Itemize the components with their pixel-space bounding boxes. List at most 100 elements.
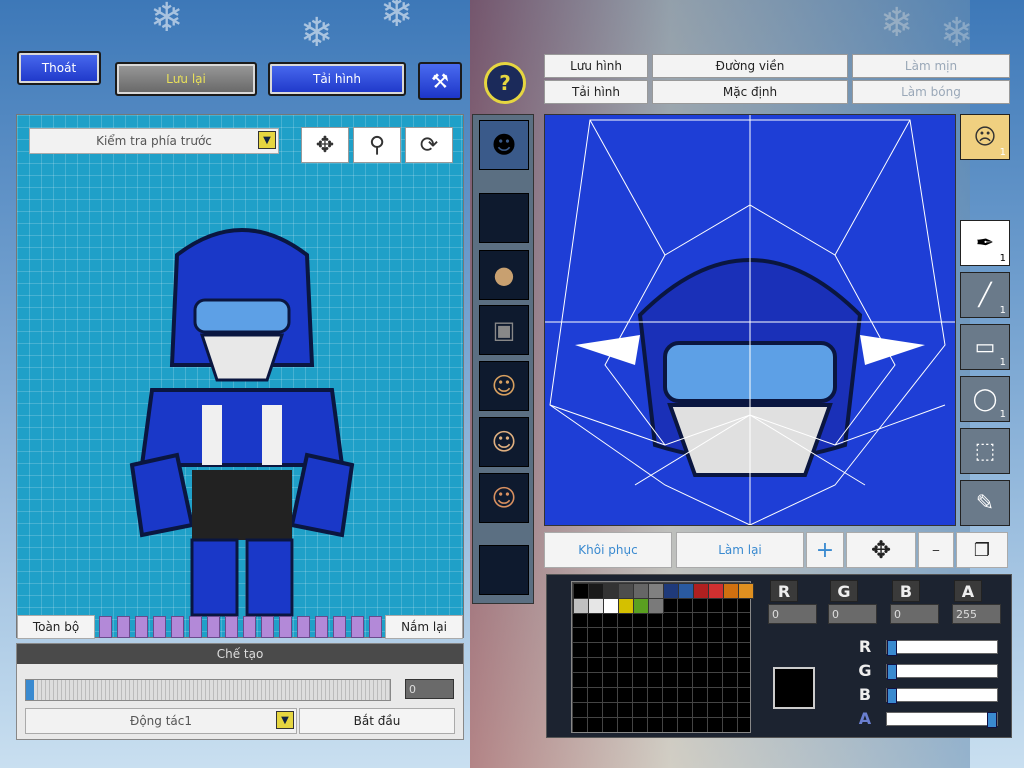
palette-swatch[interactable] <box>738 583 754 599</box>
palette-swatch[interactable] <box>648 598 664 614</box>
reload-label: Tải hình <box>313 72 361 86</box>
a-slider-knob[interactable] <box>987 712 997 728</box>
frame-slot[interactable] <box>189 616 202 638</box>
r-value[interactable]: 0 <box>768 604 817 624</box>
palette-swatch[interactable] <box>588 598 604 614</box>
palette-swatch[interactable] <box>633 598 649 614</box>
hammer-icon[interactable]: ⚒ <box>418 62 462 100</box>
frame-slot[interactable] <box>333 616 346 638</box>
rectangle-icon[interactable]: ▭ 1 <box>960 324 1010 370</box>
part-slot-face[interactable]: ● <box>479 250 529 300</box>
frame-slot[interactable] <box>279 616 292 638</box>
frame-slot[interactable] <box>99 616 112 638</box>
frame-slot[interactable] <box>225 616 238 638</box>
frame-slot[interactable] <box>117 616 130 638</box>
face-icon[interactable]: ☹ 1 <box>960 114 1010 160</box>
frame-slider-knob[interactable] <box>26 680 34 700</box>
frame-slot[interactable] <box>135 616 148 638</box>
part-slot-empty[interactable] <box>479 545 529 595</box>
palette-swatch[interactable] <box>573 598 589 614</box>
g-value[interactable]: 0 <box>828 604 877 624</box>
line-icon[interactable]: ╱ 1 <box>960 272 1010 318</box>
ellipse-icon[interactable]: ◯ 1 <box>960 376 1010 422</box>
action-select[interactable]: Động tác1 ▼ <box>25 708 297 734</box>
palette-swatch[interactable] <box>678 583 694 599</box>
smooth-button[interactable]: Làm mịn <box>852 54 1010 78</box>
frame-slot[interactable] <box>153 616 166 638</box>
part-slot-skin-3[interactable]: ☺ <box>479 473 529 523</box>
palette-swatch[interactable] <box>663 583 679 599</box>
palette-swatch[interactable] <box>603 583 619 599</box>
snowflake-decoration: ❄ <box>300 10 334 56</box>
chevron-down-icon[interactable]: ▼ <box>258 131 276 149</box>
rotate-icon[interactable]: ⟳ <box>405 127 453 163</box>
g-slider-knob[interactable] <box>887 664 897 680</box>
view-select[interactable]: Kiểm tra phía trước ▼ <box>29 128 279 154</box>
palette-swatch[interactable] <box>693 583 709 599</box>
palette-swatch[interactable] <box>723 583 739 599</box>
palette-swatch[interactable] <box>573 583 589 599</box>
b-slider-knob[interactable] <box>887 688 897 704</box>
part-slot-head[interactable]: ☻ <box>479 120 529 170</box>
border-button[interactable]: Đường viền <box>652 54 848 78</box>
r-slider-knob[interactable] <box>887 640 897 656</box>
layers-icon[interactable]: ❐ <box>956 532 1008 568</box>
frame-slot[interactable] <box>207 616 220 638</box>
palette-swatch[interactable] <box>648 583 664 599</box>
frame-number-value: 0 <box>409 682 416 696</box>
eyedropper-icon[interactable]: ✎ <box>960 480 1010 526</box>
action-select-label: Động tác1 <box>130 714 192 728</box>
minus-icon[interactable]: ‒ <box>918 532 954 568</box>
palette-swatch[interactable] <box>588 583 604 599</box>
frame-slot[interactable] <box>369 616 382 638</box>
frame-slider[interactable] <box>25 679 391 701</box>
b-value[interactable]: 0 <box>890 604 939 624</box>
exit-button[interactable]: Thoát <box>17 51 101 85</box>
line-count: 1 <box>999 305 1006 316</box>
a-label-text: A <box>961 581 975 601</box>
move-icon[interactable]: ✥ <box>301 127 349 163</box>
palette-swatch[interactable] <box>633 583 649 599</box>
default-button[interactable]: Mặc định <box>652 80 848 104</box>
save-image-button[interactable]: Lưu hình <box>544 54 648 78</box>
frame-slot[interactable] <box>243 616 256 638</box>
frame-slot[interactable] <box>171 616 184 638</box>
all-button[interactable]: Toàn bộ <box>17 615 95 639</box>
save-button[interactable]: Lưu lại <box>115 62 257 96</box>
hold-button[interactable]: Nắm lại <box>385 615 463 639</box>
a-slider[interactable] <box>886 712 998 728</box>
frame-slot[interactable] <box>351 616 364 638</box>
r-value-text: 0 <box>772 607 779 621</box>
g-slider[interactable] <box>886 664 998 680</box>
shine-button[interactable]: Làm bóng <box>852 80 1010 104</box>
chevron-down-icon[interactable]: ▼ <box>276 711 294 729</box>
g-slider-label-text: G <box>858 660 872 680</box>
part-slot-empty[interactable] <box>479 193 529 243</box>
move-icon[interactable]: ✥ <box>846 532 916 568</box>
load-image-button[interactable]: Tải hình <box>544 80 648 104</box>
restore-button[interactable]: Khôi phục <box>544 532 672 568</box>
palette-swatch[interactable] <box>618 598 634 614</box>
frame-slot[interactable] <box>297 616 310 638</box>
part-slot-skin-2[interactable]: ☺ <box>479 417 529 467</box>
zoom-icon[interactable]: ⚲ <box>353 127 401 163</box>
texture-canvas[interactable] <box>544 114 956 526</box>
b-slider[interactable] <box>886 688 998 704</box>
a-value[interactable]: 255 <box>952 604 1001 624</box>
brush-icon[interactable]: ✒ 1 <box>960 220 1010 266</box>
redo-button[interactable]: Làm lại <box>676 532 804 568</box>
part-slot-skin-1[interactable]: ☺ <box>479 361 529 411</box>
part-slot-body[interactable]: ▣ <box>479 305 529 355</box>
r-slider[interactable] <box>886 640 998 656</box>
face-count: 1 <box>999 147 1006 158</box>
frame-slot[interactable] <box>261 616 274 638</box>
help-icon[interactable]: ? <box>484 62 526 104</box>
reload-button[interactable]: Tải hình <box>268 62 406 96</box>
palette-swatch[interactable] <box>708 583 724 599</box>
start-button[interactable]: Bắt đầu <box>299 708 455 734</box>
select-icon[interactable]: ⬚ <box>960 428 1010 474</box>
frame-slot[interactable] <box>315 616 328 638</box>
palette-swatch[interactable] <box>618 583 634 599</box>
add-icon[interactable]: + <box>806 532 844 568</box>
palette-swatch[interactable] <box>603 598 619 614</box>
